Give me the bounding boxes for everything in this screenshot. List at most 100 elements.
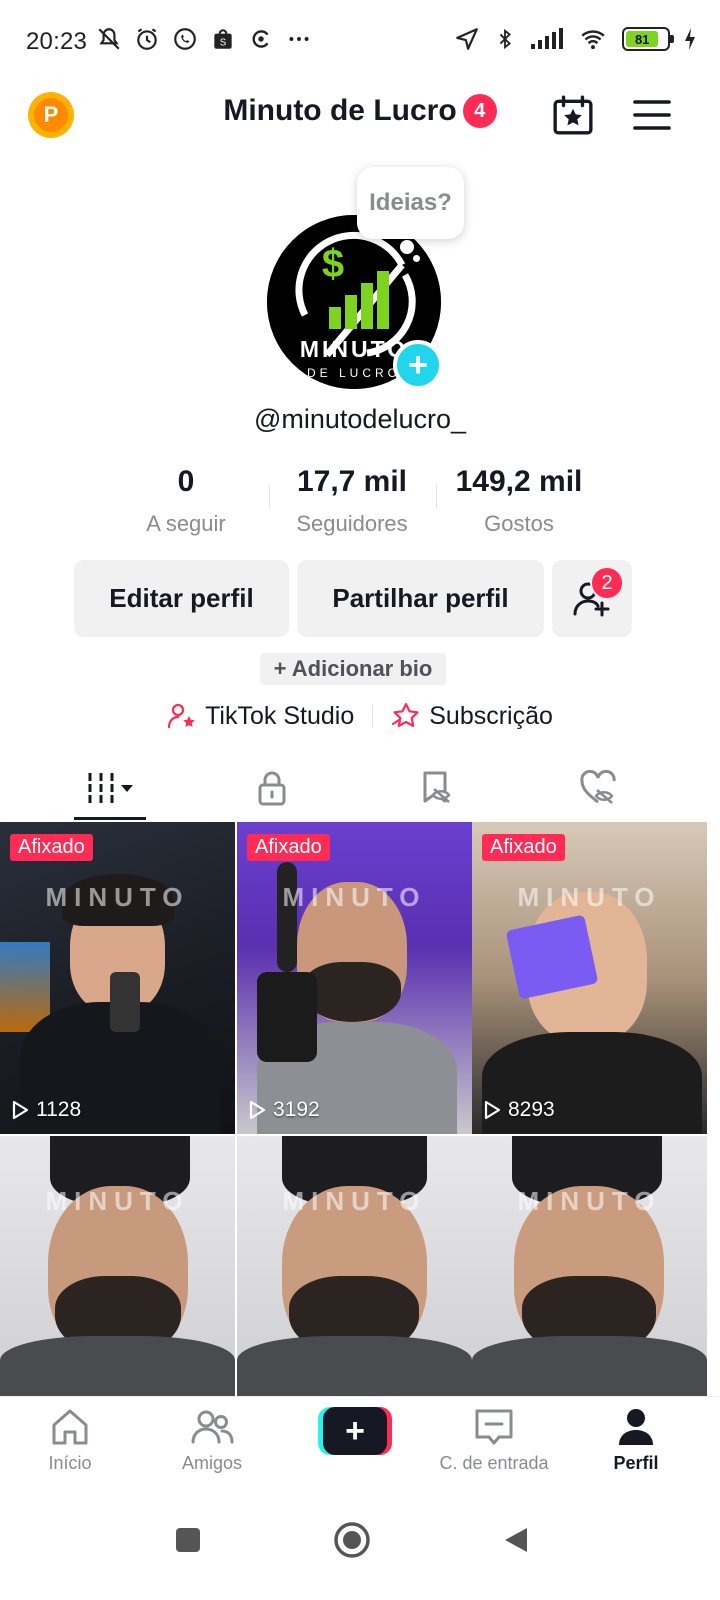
- friends-icon: [191, 1410, 234, 1444]
- profile-stats: 0 A seguir 17,7 mil Seguidores 149,2 mil…: [0, 465, 720, 545]
- view-count-value: 3192: [273, 1098, 320, 1121]
- studio-label: TikTok Studio: [205, 701, 355, 730]
- mute-icon: [98, 28, 120, 50]
- status-bar: 20:23 S 81: [0, 0, 720, 80]
- video-thumbnail[interactable]: MINUTO Afixado 8293: [472, 822, 707, 1134]
- followers-stat[interactable]: 17,7 mil Seguidores: [267, 465, 437, 537]
- tab-liked[interactable]: [508, 755, 688, 821]
- nav-profile-label: Perfil: [613, 1453, 659, 1473]
- home-icon: [52, 1409, 88, 1445]
- edit-profile-button[interactable]: Editar perfil: [74, 560, 289, 637]
- share-profile-button[interactable]: Partilhar perfil: [297, 560, 544, 637]
- video-thumbnail[interactable]: MINUTO: [237, 1136, 472, 1396]
- view-count: 1128: [10, 1098, 81, 1122]
- nav-home-label: Início: [48, 1453, 92, 1473]
- person-shirt: [0, 1336, 235, 1396]
- play-icon: [249, 1100, 266, 1120]
- home-button[interactable]: [322, 1510, 382, 1570]
- profile-header: P Minuto de Lucro 4: [0, 80, 720, 150]
- signal-icon: [531, 28, 563, 49]
- add-story-button[interactable]: +: [393, 340, 443, 390]
- tab-reposts[interactable]: [346, 755, 526, 821]
- play-icon: [484, 1100, 501, 1120]
- username: @minutodelucro_: [253, 404, 467, 434]
- likes-label: Gostos: [484, 511, 554, 536]
- status-time: 20:23: [26, 28, 88, 55]
- active-tab-indicator: [74, 817, 146, 820]
- video-thumbnail[interactable]: MINUTO: [472, 1136, 707, 1396]
- bottom-nav: Início Amigos + C. de entrada Perfil: [0, 1396, 720, 1484]
- pinned-badge: Afixado: [482, 834, 565, 861]
- pinned-badge: Afixado: [247, 834, 330, 861]
- video-thumbnail[interactable]: MINUTO: [0, 1136, 235, 1396]
- svg-text:$: $: [322, 242, 344, 286]
- page-title: Minuto de Lucro: [223, 94, 457, 127]
- watermark: MINUTO: [517, 1186, 662, 1216]
- bluetooth-icon: [499, 28, 511, 50]
- recents-button[interactable]: [158, 1510, 218, 1570]
- microphone: [110, 972, 140, 1032]
- videos-grid-icon: [88, 773, 133, 803]
- subscription-star-icon: [392, 702, 419, 727]
- system-nav-bar: [0, 1484, 720, 1600]
- headphones: [277, 862, 297, 972]
- create-button[interactable]: +: [318, 1407, 392, 1455]
- tiktok-studio-link[interactable]: TikTok Studio: [167, 702, 354, 731]
- svg-text:MINUTO: MINUTO: [300, 336, 408, 362]
- nav-inbox-label: C. de entrada: [439, 1453, 549, 1473]
- video-thumbnail[interactable]: MINUTO Afixado 3192: [237, 822, 472, 1134]
- status-left-icons: S: [96, 26, 312, 52]
- view-count-value: 8293: [508, 1098, 555, 1121]
- account-switcher[interactable]: Minuto de Lucro 4: [0, 94, 720, 128]
- inbox-icon: [475, 1409, 513, 1445]
- svg-text:DE LUCRO: DE LUCRO: [307, 366, 401, 380]
- bubble-tail: [400, 240, 414, 254]
- bubble-tail-small: [413, 255, 420, 262]
- watermark: MINUTO: [517, 882, 662, 912]
- followers-label: Seguidores: [296, 511, 408, 536]
- charging-icon: [685, 28, 695, 50]
- back-button[interactable]: [486, 1510, 546, 1570]
- person-shirt: [237, 1336, 472, 1396]
- whatsapp-icon: [174, 28, 196, 50]
- calendar-star-icon[interactable]: [552, 94, 594, 136]
- battery-icon: 81: [622, 27, 674, 51]
- watermark: MINUTO: [282, 1186, 427, 1216]
- shop-icon: S: [214, 29, 232, 49]
- links-divider: [372, 705, 374, 727]
- subscription-link[interactable]: Subscrição: [391, 702, 553, 731]
- followers-count: 17,7 mil: [296, 465, 408, 498]
- more-dots-icon: [289, 37, 309, 41]
- nav-profile[interactable]: Perfil: [566, 1405, 706, 1474]
- person-beard: [303, 962, 401, 1022]
- bookmark-hidden-icon: [423, 771, 451, 803]
- view-count: 8293: [482, 1098, 555, 1122]
- video-thumbnail[interactable]: MINUTO Afixado 1128: [0, 822, 235, 1134]
- watermark: MINUTO: [282, 882, 427, 912]
- subscription-label: Subscrição: [429, 701, 553, 730]
- tab-private[interactable]: [182, 755, 362, 821]
- plus-icon: +: [323, 1407, 387, 1455]
- heart-hidden-icon: [580, 769, 616, 804]
- ideas-bubble[interactable]: Ideias?: [357, 167, 464, 239]
- status-right-icons: 81: [454, 26, 696, 52]
- microphone: [257, 972, 317, 1062]
- circle-home-icon: [334, 1522, 370, 1558]
- nav-home[interactable]: Início: [0, 1405, 140, 1474]
- alarm-icon: [137, 28, 157, 50]
- pinned-badge: Afixado: [10, 834, 93, 861]
- back-triangle-icon: [505, 1528, 527, 1552]
- app-icon: [252, 30, 269, 48]
- location-icon: [456, 28, 478, 50]
- lock-icon: [258, 771, 286, 806]
- add-bio-button[interactable]: + Adicionar bio: [260, 653, 446, 685]
- svg-text:S: S: [220, 38, 227, 49]
- following-stat[interactable]: 0 A seguir: [101, 465, 271, 537]
- menu-icon[interactable]: [632, 98, 672, 132]
- nav-inbox[interactable]: C. de entrada: [424, 1405, 564, 1474]
- likes-stat[interactable]: 149,2 mil Gostos: [434, 465, 604, 537]
- tab-videos[interactable]: [20, 755, 200, 821]
- profile-links: TikTok Studio Subscrição: [0, 700, 720, 732]
- following-label: A seguir: [146, 511, 226, 536]
- nav-friends[interactable]: Amigos: [142, 1405, 282, 1474]
